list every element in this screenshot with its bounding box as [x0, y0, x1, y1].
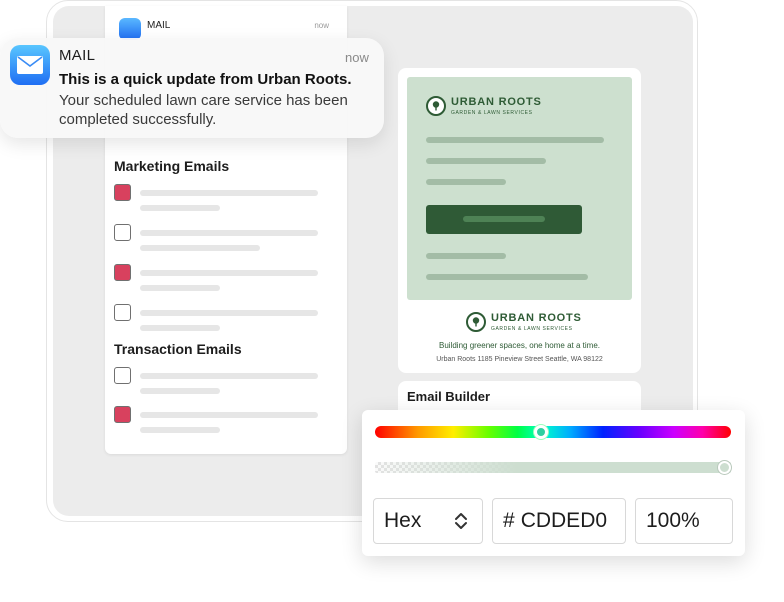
checkbox[interactable]	[114, 184, 131, 201]
marketing-option-3[interactable]	[114, 264, 320, 294]
color-format-select[interactable]: Hex	[373, 498, 483, 544]
hue-slider[interactable]	[375, 426, 731, 438]
transaction-option-2[interactable]	[114, 406, 320, 436]
alpha-input[interactable]: 100%	[635, 498, 733, 544]
footer-address: Urban Roots 1185 Pineview Street Seattle…	[436, 356, 603, 363]
brand-name: URBAN ROOTS	[451, 95, 542, 108]
transaction-emails-title: Transaction Emails	[114, 341, 242, 357]
tree-logo-icon	[426, 96, 446, 116]
notification-title: This is a quick update from Urban Roots.	[59, 71, 352, 88]
marketing-option-1[interactable]	[114, 184, 320, 214]
email-builder-title: Email Builder	[407, 389, 491, 404]
brand-header: URBAN ROOTS GARDEN & LAWN SERVICES	[426, 96, 542, 116]
transaction-option-1[interactable]	[114, 367, 320, 397]
color-format-value: Hex	[384, 509, 422, 532]
hex-value: CDDED0	[520, 509, 608, 532]
checkbox[interactable]	[114, 224, 131, 241]
background-notification-time: now	[314, 20, 329, 30]
notification-body: Your scheduled lawn care service has bee…	[59, 92, 348, 128]
marketing-option-4[interactable]	[114, 304, 320, 334]
marketing-option-2[interactable]	[114, 224, 320, 254]
mail-icon	[10, 45, 50, 85]
chevron-up-down-icon	[455, 513, 467, 529]
hex-prefix: #	[503, 509, 515, 532]
mail-notification[interactable]: MAIL now This is a quick update from Urb…	[0, 38, 384, 138]
checkbox[interactable]	[114, 264, 131, 281]
background-notification-app: MAIL	[147, 19, 171, 31]
checkbox[interactable]	[114, 304, 131, 321]
background-notification: MAIL now	[119, 18, 329, 40]
brand-footer: URBAN ROOTS GARDEN & LAWN SERVICES	[466, 312, 582, 332]
mail-icon	[119, 18, 141, 40]
hex-input[interactable]: # CDDED0	[492, 498, 626, 544]
brand-subtitle: GARDEN & LAWN SERVICES	[451, 109, 533, 116]
checkbox[interactable]	[114, 406, 131, 423]
notification-app: MAIL	[59, 47, 96, 64]
stage: MAIL now Marketing Emails Transaction Em…	[0, 0, 784, 602]
alpha-slider-thumb[interactable]	[718, 461, 731, 474]
brand-name: URBAN ROOTS	[491, 311, 582, 324]
cta-button[interactable]	[426, 205, 582, 234]
footer-tagline: Building greener spaces, one home at a t…	[439, 341, 600, 350]
notification-time: now	[345, 50, 369, 65]
marketing-emails-title: Marketing Emails	[114, 158, 230, 174]
checkbox[interactable]	[114, 367, 131, 384]
tree-logo-icon	[466, 312, 486, 332]
brand-subtitle: GARDEN & LAWN SERVICES	[491, 325, 573, 332]
alpha-slider[interactable]	[375, 462, 731, 473]
alpha-value: 100%	[646, 509, 700, 532]
hue-slider-thumb[interactable]	[534, 425, 548, 439]
